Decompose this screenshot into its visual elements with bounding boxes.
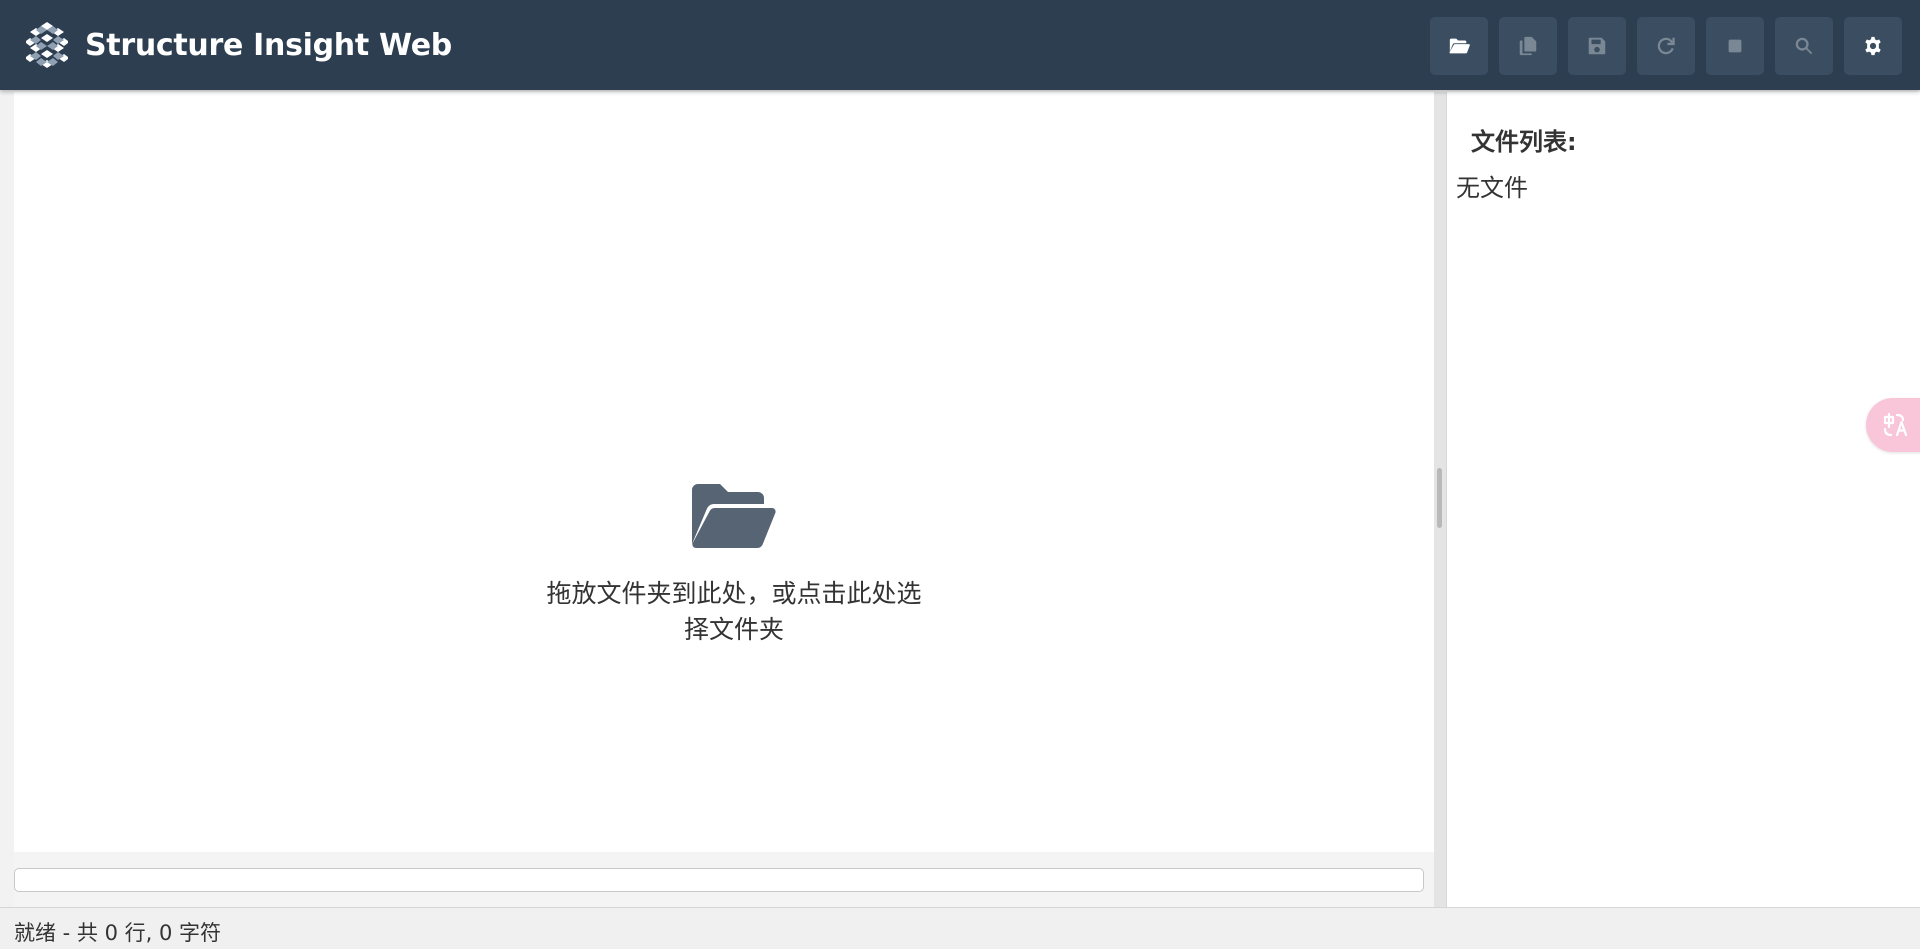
gear-icon — [1865, 36, 1881, 56]
stop-icon — [1728, 39, 1742, 53]
open-folder-button[interactable] — [1430, 17, 1488, 75]
folder-open-icon — [1449, 38, 1470, 54]
save-button[interactable] — [1568, 17, 1626, 75]
copy-button[interactable] — [1499, 17, 1557, 75]
stop-button[interactable] — [1706, 17, 1764, 75]
file-list-empty-message: 无文件 — [1456, 174, 1528, 202]
save-icon — [1588, 37, 1606, 55]
folder-open-icon — [692, 484, 776, 548]
splitter-handle[interactable] — [1437, 468, 1442, 528]
folder-drop-zone[interactable]: 拖放文件夹到此处，或点击此处选择文件夹 — [14, 92, 1434, 852]
drop-zone-text: 拖放文件夹到此处，或点击此处选择文件夹 — [546, 579, 922, 644]
file-list-panel: 文件列表: 无文件 — [1446, 92, 1920, 907]
refresh-button[interactable] — [1637, 17, 1695, 75]
search-button[interactable] — [1775, 17, 1833, 75]
toolbar — [1430, 17, 1902, 75]
app-title: Structure Insight Web — [85, 28, 452, 63]
translate-icon — [1883, 412, 1908, 437]
copy-icon — [1519, 36, 1537, 56]
status-text: 就绪 - 共 0 行, 0 字符 — [14, 921, 222, 945]
progress-bar — [14, 868, 1424, 892]
search-icon — [1795, 37, 1813, 55]
panel-splitter[interactable] — [1434, 92, 1446, 907]
refresh-icon — [1657, 37, 1675, 55]
file-list-title: 文件列表: — [1471, 128, 1577, 156]
status-bar: 就绪 - 共 0 行, 0 字符 — [0, 907, 1920, 949]
app-logo-icon — [26, 22, 68, 68]
settings-button[interactable] — [1844, 17, 1902, 75]
main-panel: 拖放文件夹到此处，或点击此处选择文件夹 — [14, 92, 1434, 852]
translate-button[interactable] — [1866, 398, 1920, 452]
app-header: Structure Insight Web — [0, 0, 1920, 90]
